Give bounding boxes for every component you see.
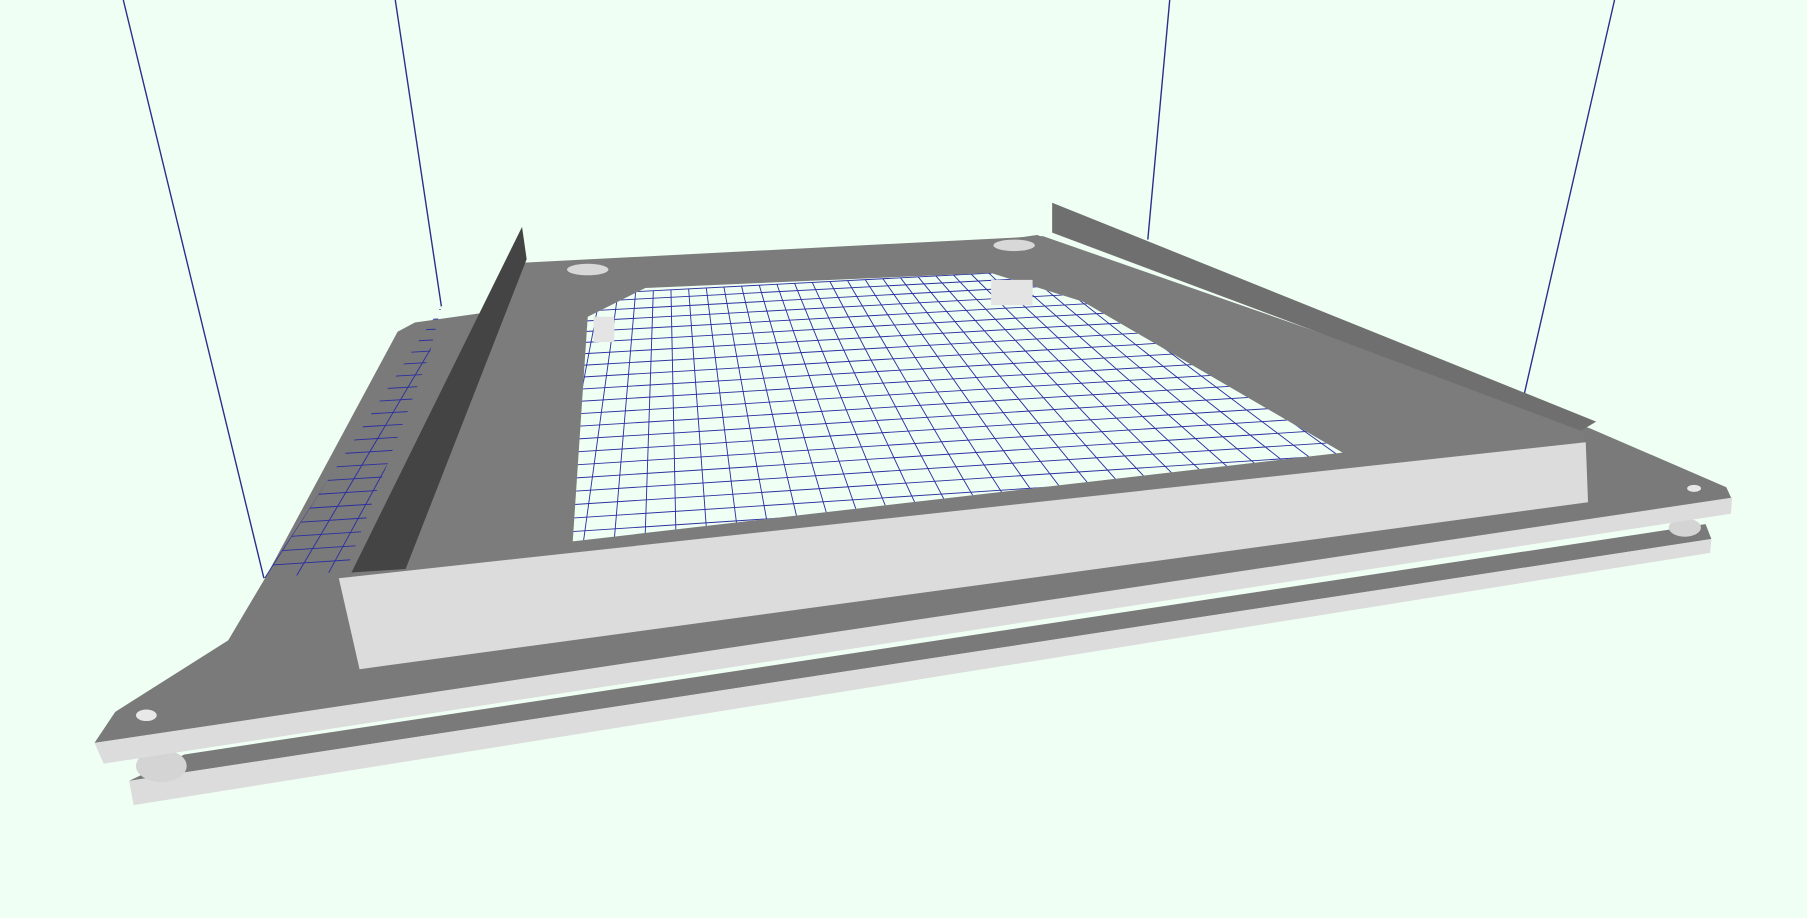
bbox-edge xyxy=(394,0,443,307)
mount-hole xyxy=(135,709,157,722)
bbox-edge xyxy=(1522,0,1616,398)
printer-frame-model xyxy=(94,202,1733,806)
bearing-hole xyxy=(566,263,609,276)
bbox-edge xyxy=(122,0,265,579)
3d-model-viewport[interactable] xyxy=(0,0,1807,918)
bearing-post xyxy=(593,316,615,343)
mount-hole xyxy=(1687,484,1701,492)
bearing-hole xyxy=(993,239,1035,252)
bearing-post xyxy=(991,279,1033,306)
bbox-edge xyxy=(1147,0,1171,240)
